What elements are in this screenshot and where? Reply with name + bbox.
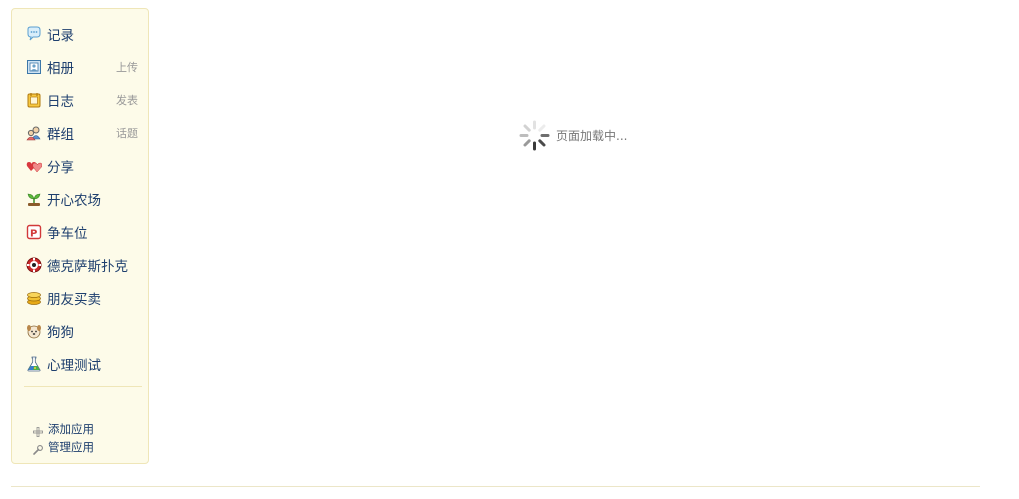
nav-item-label: 分享 — [47, 160, 74, 176]
photo-album-icon — [26, 59, 42, 75]
plus-icon — [32, 423, 44, 437]
app-sidebar: 记录 相册 上传 日志 发表 群组 话题 分享 开心农场 P 争车位 德克萨斯扑… — [11, 8, 149, 464]
nav-item-psych-test[interactable]: 心理测试 — [26, 353, 138, 375]
nav-item-label: 德克萨斯扑克 — [47, 259, 128, 275]
nav-item-dogs[interactable]: 狗狗 — [26, 320, 138, 342]
parking-icon: P — [26, 224, 42, 240]
nav-item-texas-poker[interactable]: 德克萨斯扑克 — [26, 254, 138, 276]
dog-icon — [26, 323, 42, 339]
wrench-icon — [32, 441, 44, 455]
page: 记录 相册 上传 日志 发表 群组 话题 分享 开心农场 P 争车位 德克萨斯扑… — [0, 0, 1019, 499]
upload-photo-link[interactable]: 上传 — [116, 59, 138, 75]
nav-item-label: 争车位 — [47, 226, 88, 242]
notebook-icon — [26, 92, 42, 108]
page-loading-indicator: 页面加载中... — [518, 119, 627, 152]
loading-text: 页面加载中... — [556, 129, 628, 143]
nav-item-label: 相册 — [47, 61, 74, 77]
nav-item-label: 狗狗 — [47, 325, 74, 341]
sprout-icon — [26, 191, 42, 207]
nav-item-blog[interactable]: 日志 发表 — [26, 89, 138, 111]
nav-item-share[interactable]: 分享 — [26, 155, 138, 177]
nav-item-happy-farm[interactable]: 开心农场 — [26, 188, 138, 210]
poker-chip-icon — [26, 257, 42, 273]
nav-item-parking[interactable]: P 争车位 — [26, 221, 138, 243]
sidebar-divider — [24, 386, 142, 387]
nav-item-label: 心理测试 — [47, 358, 101, 374]
add-app-label: 添加应用 — [48, 422, 94, 436]
nav-item-records[interactable]: 记录 — [26, 23, 138, 45]
group-icon — [26, 125, 42, 141]
footer-divider — [11, 486, 980, 487]
nav-item-label: 朋友买卖 — [47, 292, 101, 308]
hearts-icon — [26, 158, 43, 174]
group-topic-link[interactable]: 话题 — [116, 125, 138, 141]
nav-item-album[interactable]: 相册 上传 — [26, 56, 138, 78]
nav-item-label: 开心农场 — [47, 193, 101, 209]
speech-bubble-icon — [26, 26, 42, 42]
nav-item-label: 记录 — [47, 28, 74, 44]
svg-text:P: P — [30, 229, 37, 240]
nav-item-label: 日志 — [47, 94, 74, 110]
add-app-link[interactable]: 添加应用 — [32, 421, 94, 437]
nav-item-friend-trade[interactable]: 朋友买卖 — [26, 287, 138, 309]
publish-blog-link[interactable]: 发表 — [116, 92, 138, 108]
coins-icon — [26, 290, 42, 306]
nav-item-label: 群组 — [47, 127, 74, 143]
manage-app-label: 管理应用 — [48, 440, 94, 454]
flask-icon — [26, 356, 42, 372]
nav-item-groups[interactable]: 群组 话题 — [26, 122, 138, 144]
manage-app-link[interactable]: 管理应用 — [32, 439, 94, 455]
loading-spinner-icon — [518, 119, 551, 152]
